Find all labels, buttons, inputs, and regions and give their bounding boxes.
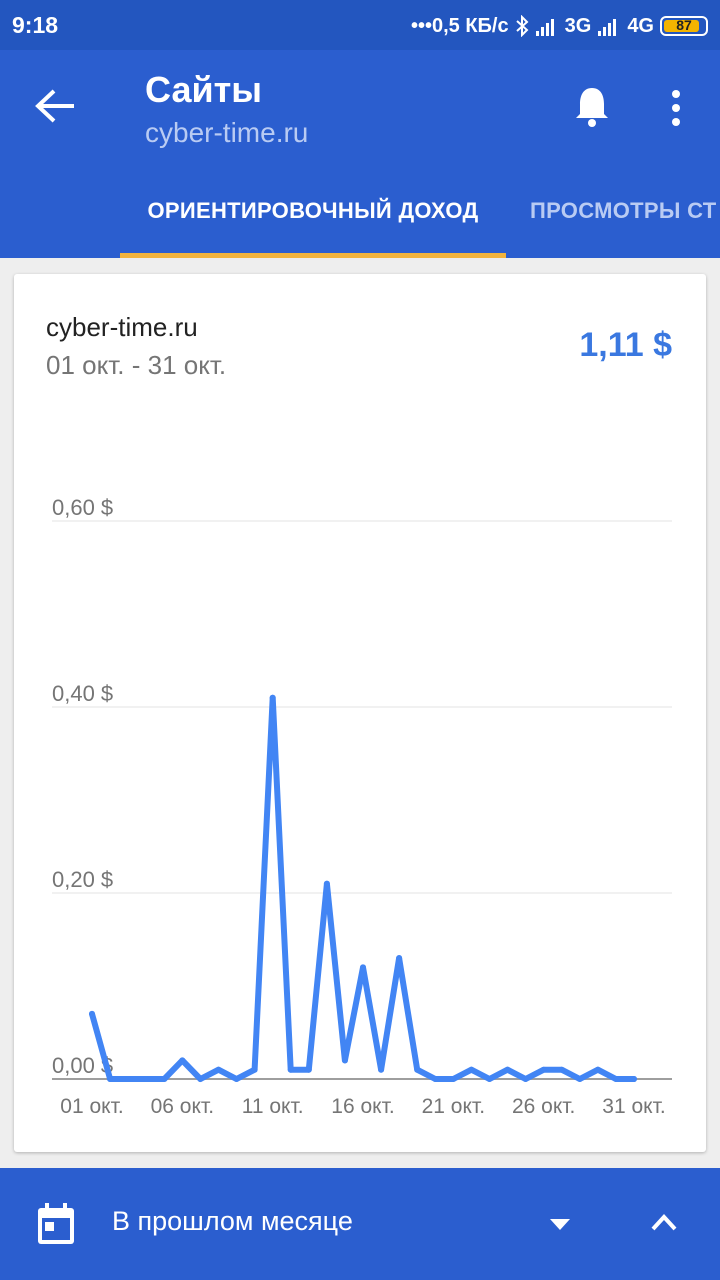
data-point	[594, 1066, 601, 1073]
revenue-series-line	[89, 694, 637, 1082]
data-point	[396, 955, 403, 962]
tab-bar: ОРИЕНТИРОВОЧНЫЙ ДОХОД ПРОСМОТРЫ СТ	[0, 180, 720, 258]
x-tick-label: 06 окт.	[151, 1095, 214, 1118]
bell-icon[interactable]	[572, 84, 612, 128]
x-tick-label: 16 окт.	[331, 1095, 394, 1118]
data-point	[341, 1057, 348, 1064]
data-point	[504, 1066, 511, 1073]
more-options-icon[interactable]	[662, 88, 690, 128]
data-point	[612, 1076, 619, 1082]
x-tick-label: 21 окт.	[422, 1095, 485, 1118]
signal-icon	[535, 19, 554, 36]
card-date-range: 01 окт. - 31 окт.	[46, 350, 227, 380]
page-title: Сайты	[145, 69, 262, 110]
x-tick-label: 31 окт.	[602, 1095, 665, 1118]
data-point	[432, 1076, 439, 1082]
data-point	[360, 964, 366, 971]
data-point	[414, 1066, 421, 1073]
data-point	[287, 1066, 294, 1073]
back-arrow-icon[interactable]	[34, 88, 78, 124]
tab-page-views[interactable]: ПРОСМОТРЫ СТ	[530, 180, 720, 258]
dropdown-arrow-icon[interactable]	[548, 1216, 572, 1232]
data-point	[89, 1010, 95, 1017]
revenue-line-chart: 0,00 $0,20 $0,40 $0,60 $01 окт. 06 окт. 11…	[52, 495, 672, 1118]
page-subtitle: cyber-time.ru	[145, 117, 309, 148]
period-selector-bar[interactable]: В прошлом месяце	[0, 1168, 720, 1280]
data-point	[486, 1076, 493, 1082]
data-point	[179, 1057, 186, 1064]
calendar-icon	[38, 1203, 74, 1244]
chevron-up-icon[interactable]	[650, 1212, 678, 1232]
tab-estimated-revenue[interactable]: ОРИЕНТИРОВОЧНЫЙ ДОХОД	[120, 180, 506, 258]
app-bar: Сайты cyber-time.ru ОРИЕНТИРОВОЧНЫЙ ДОХО…	[0, 50, 720, 258]
data-point	[468, 1066, 475, 1073]
data-point	[558, 1066, 565, 1073]
y-tick-label: 0,40 $	[52, 681, 113, 706]
data-point	[269, 694, 276, 701]
data-point	[107, 1076, 114, 1082]
y-tick-label: 0,60 $	[52, 495, 113, 520]
data-point	[251, 1066, 258, 1073]
status-bar: 9:18 •••0,5 КБ/с 3G 4G 87	[0, 0, 720, 50]
data-point	[125, 1076, 132, 1082]
x-tick-label: 26 окт.	[512, 1095, 575, 1118]
x-tick-label: 01 окт.	[60, 1095, 123, 1118]
battery-icon: 87	[660, 16, 708, 36]
data-point	[161, 1076, 168, 1082]
data-point	[305, 1066, 312, 1073]
bluetooth-icon	[515, 15, 529, 37]
data-point	[233, 1076, 240, 1082]
period-label[interactable]: В прошлом месяце	[112, 1206, 353, 1237]
network-type-1: 3G	[564, 14, 592, 37]
card-site-name: cyber-time.ru	[46, 312, 198, 342]
data-point	[197, 1076, 204, 1082]
data-point	[215, 1066, 222, 1073]
battery-level: 87	[676, 17, 692, 33]
data-point	[631, 1076, 637, 1082]
status-time: 9:18	[12, 12, 59, 38]
signal-icon	[598, 19, 617, 36]
x-tick-label: 11 окт.	[242, 1095, 304, 1118]
data-point	[143, 1076, 150, 1082]
card-total-revenue: 1,11 $	[579, 326, 672, 364]
data-point	[576, 1076, 583, 1082]
network-type-2: 4G	[627, 14, 654, 37]
status-indicators: •••0,5 КБ/с 3G 4G 87	[411, 12, 708, 40]
data-point	[323, 880, 330, 887]
data-point	[522, 1076, 529, 1082]
data-point	[378, 1066, 385, 1073]
data-point	[540, 1066, 547, 1073]
y-tick-label: 0,20 $	[52, 867, 113, 892]
network-speed: •••0,5 КБ/с	[410, 14, 509, 37]
data-point	[450, 1076, 457, 1082]
revenue-card: cyber-time.ru 01 окт. - 31 окт. 1,11 $ 0…	[14, 274, 706, 1152]
